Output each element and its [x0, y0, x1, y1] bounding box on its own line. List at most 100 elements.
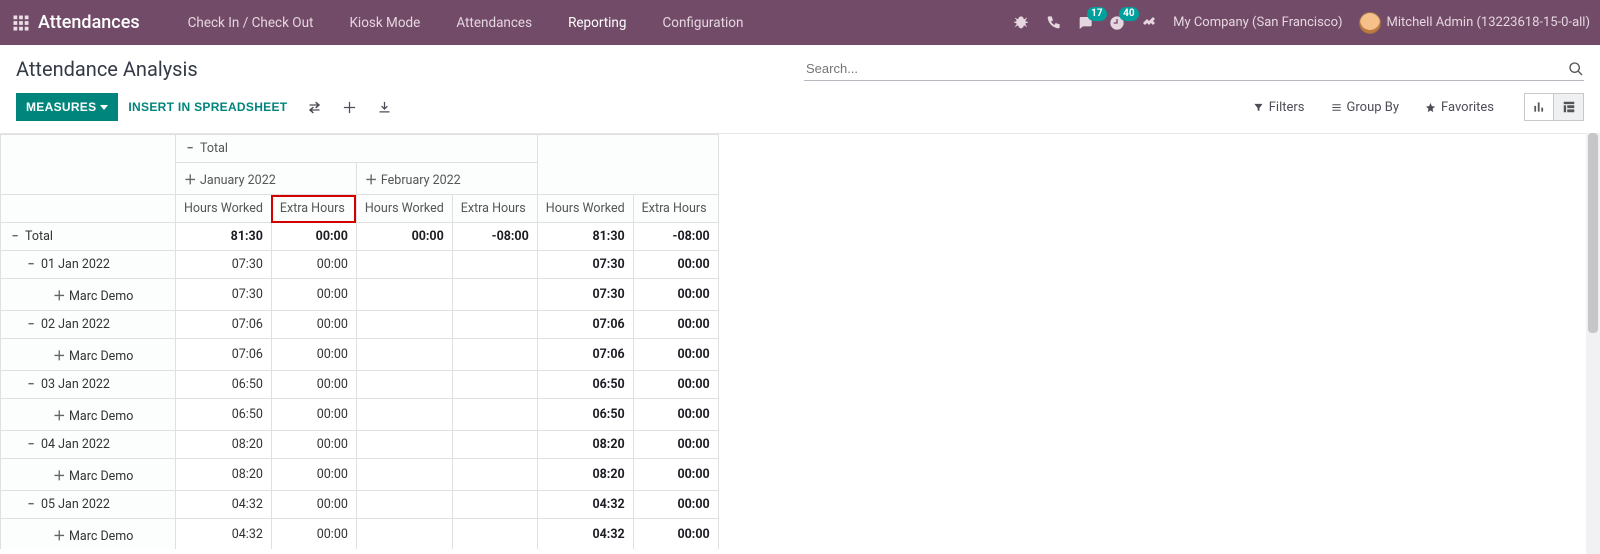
- cell-value: 00:00: [271, 459, 356, 491]
- measure-feb-hw[interactable]: Hours Worked: [356, 195, 452, 223]
- cell-value: 00:00: [633, 311, 718, 339]
- table-row: ＋Marc Demo04:3200:0004:3200:00: [1, 519, 719, 550]
- cell-value: 08:20: [537, 431, 633, 459]
- cell-value: 08:20: [176, 459, 272, 491]
- download-icon[interactable]: [377, 100, 392, 115]
- cell-value: 00:00: [633, 371, 718, 399]
- row-label: Marc Demo: [69, 289, 133, 304]
- collapse-icon[interactable]: −: [25, 257, 37, 272]
- company-selector[interactable]: My Company (San Francisco): [1173, 15, 1342, 30]
- expand-icon[interactable]: ＋: [53, 525, 65, 544]
- favorites-label: Favorites: [1441, 100, 1494, 115]
- cell-value: 07:30: [537, 251, 633, 279]
- apps-icon[interactable]: [12, 14, 30, 32]
- expand-all-icon[interactable]: [342, 100, 357, 115]
- measure-tot-hw[interactable]: Hours Worked: [537, 195, 633, 223]
- expand-icon[interactable]: ＋: [53, 405, 65, 424]
- row-header[interactable]: ＋ Marc Demo: [1, 279, 176, 311]
- collapse-icon[interactable]: −: [9, 229, 21, 244]
- cell-value: 00:00: [271, 519, 356, 550]
- cell-value: 00:00: [271, 339, 356, 371]
- measure-jan-hw[interactable]: Hours Worked: [176, 195, 272, 223]
- search-input[interactable]: [804, 57, 1562, 80]
- row-header[interactable]: −04 Jan 2022: [1, 431, 176, 459]
- nav-right: 17 40 My Company (San Francisco) Mitchel…: [1013, 12, 1590, 34]
- expand-icon[interactable]: ＋: [53, 465, 65, 484]
- collapse-icon[interactable]: −: [25, 497, 37, 512]
- cell-value: [356, 399, 452, 431]
- insert-spreadsheet-button[interactable]: INSERT IN SPREADSHEET: [118, 93, 297, 121]
- star-icon: [1425, 102, 1436, 113]
- col-month-feb-label: February 2022: [381, 173, 461, 188]
- collapse-icon[interactable]: −: [25, 317, 37, 332]
- scrollbar-thumb[interactable]: [1588, 133, 1598, 333]
- favorites-button[interactable]: Favorites: [1425, 100, 1494, 115]
- cell-value: 00:00: [633, 251, 718, 279]
- measure-jan-eh[interactable]: Extra Hours: [271, 195, 356, 223]
- row-header[interactable]: ＋Marc Demo: [1, 459, 176, 491]
- table-row: −04 Jan 202208:2000:0008:2000:00: [1, 431, 719, 459]
- cell-value: 00:00: [633, 491, 718, 519]
- row-header[interactable]: ＋Marc Demo: [1, 519, 176, 550]
- top-nav: Attendances Check In / Check Out Kiosk M…: [0, 0, 1600, 45]
- cell-value: 00:00: [633, 519, 718, 550]
- row-header[interactable]: −05 Jan 2022: [1, 491, 176, 519]
- menu-kiosk[interactable]: Kiosk Mode: [331, 15, 438, 31]
- measure-feb-eh[interactable]: Extra Hours: [452, 195, 537, 223]
- search-options: Filters Group By Favorites: [1253, 100, 1494, 115]
- list-icon: [1331, 102, 1342, 113]
- menu-reporting[interactable]: Reporting: [550, 15, 644, 31]
- tools-icon[interactable]: [1141, 15, 1157, 31]
- col-month-feb[interactable]: ＋February 2022: [356, 163, 537, 195]
- row-header[interactable]: −01 Jan 2022: [1, 251, 176, 279]
- row-header[interactable]: −02 Jan 2022: [1, 311, 176, 339]
- app-brand[interactable]: Attendances: [38, 12, 140, 33]
- filters-button[interactable]: Filters: [1253, 100, 1305, 115]
- col-total-header[interactable]: −Total: [176, 135, 538, 163]
- cell-value: [452, 251, 537, 279]
- cell-value: [356, 311, 452, 339]
- menu-checkin[interactable]: Check In / Check Out: [170, 15, 332, 31]
- measures-button[interactable]: MEASURES: [16, 93, 118, 121]
- pivot-tool-icons: [307, 100, 392, 115]
- flip-axis-icon[interactable]: [307, 100, 322, 115]
- col-month-jan[interactable]: ＋January 2022: [176, 163, 357, 195]
- cell-value: 00:00: [271, 371, 356, 399]
- view-pivot-button[interactable]: [1554, 93, 1584, 121]
- cell-value: [356, 279, 452, 311]
- table-row: −05 Jan 202204:3200:0004:3200:00: [1, 491, 719, 519]
- row-header[interactable]: −Total: [1, 223, 176, 251]
- cell-value: 08:20: [176, 431, 272, 459]
- scrollbar[interactable]: [1586, 133, 1600, 554]
- measures-label: MEASURES: [26, 100, 96, 114]
- collapse-icon[interactable]: −: [25, 437, 37, 452]
- row-header[interactable]: ＋Marc Demo: [1, 339, 176, 371]
- phone-icon[interactable]: [1045, 15, 1061, 31]
- page-title: Attendance Analysis: [16, 57, 198, 81]
- cell-value: 00:00: [271, 431, 356, 459]
- cell-value: [356, 491, 452, 519]
- groupby-button[interactable]: Group By: [1331, 100, 1400, 115]
- view-graph-button[interactable]: [1524, 93, 1554, 121]
- cell-value: -08:00: [452, 223, 537, 251]
- user-name: Mitchell Admin (13223618-15-0-all): [1387, 15, 1590, 30]
- expand-icon[interactable]: ＋: [53, 345, 65, 364]
- col-month-jan-label: January 2022: [200, 173, 276, 188]
- expand-icon[interactable]: ＋: [53, 285, 65, 304]
- debug-icon[interactable]: [1013, 15, 1029, 31]
- menu-config[interactable]: Configuration: [644, 15, 761, 31]
- activities-icon[interactable]: 40: [1109, 15, 1125, 31]
- cell-value: [452, 371, 537, 399]
- search-icon[interactable]: [1568, 61, 1584, 77]
- messages-icon[interactable]: 17: [1077, 15, 1093, 31]
- cell-value: [452, 311, 537, 339]
- collapse-icon[interactable]: −: [25, 377, 37, 392]
- row-header[interactable]: ＋Marc Demo: [1, 399, 176, 431]
- measure-tot-eh[interactable]: Extra Hours: [633, 195, 718, 223]
- user-menu[interactable]: Mitchell Admin (13223618-15-0-all): [1359, 12, 1590, 34]
- pivot-scroll[interactable]: −Total ＋January 2022 ＋February 2022 Hour…: [0, 134, 719, 549]
- row-header[interactable]: −03 Jan 2022: [1, 371, 176, 399]
- table-row: ＋Marc Demo07:0600:0007:0600:00: [1, 339, 719, 371]
- menu-attendances[interactable]: Attendances: [438, 15, 550, 31]
- cell-value: [356, 431, 452, 459]
